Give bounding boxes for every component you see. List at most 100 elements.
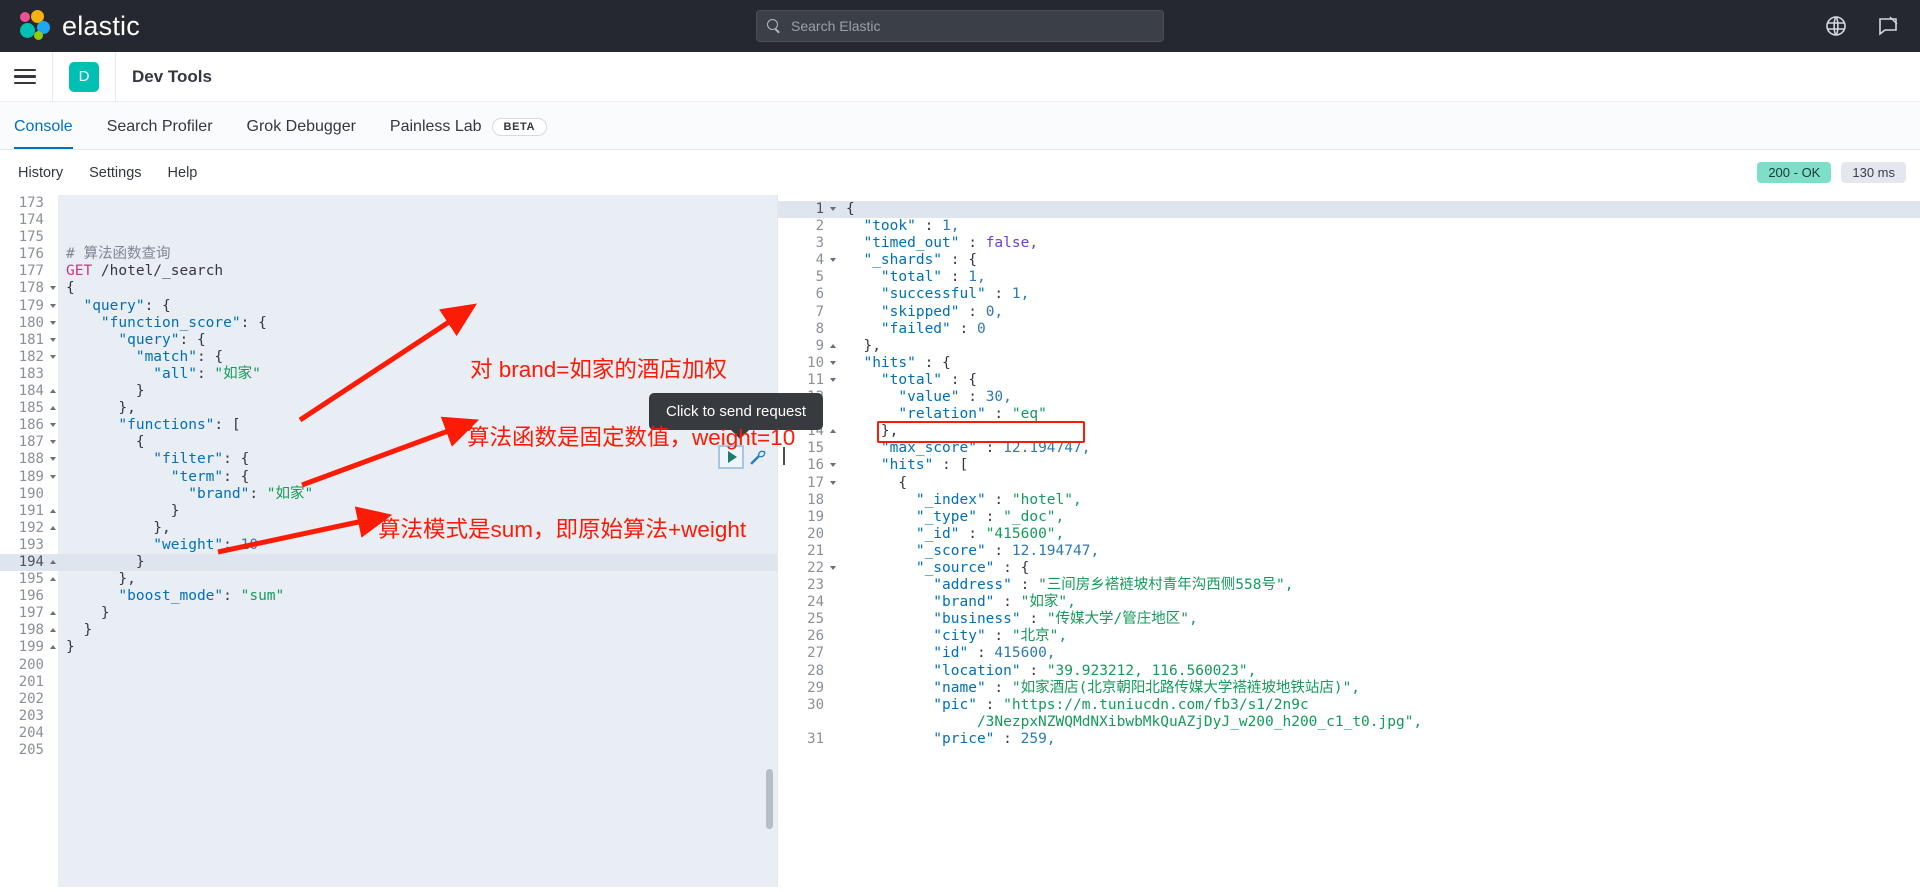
code-line: "hits" : { xyxy=(846,354,951,371)
chevron-up-icon[interactable] xyxy=(830,343,836,348)
help-circle-icon[interactable] xyxy=(1824,14,1848,38)
chevron-down-icon[interactable] xyxy=(50,303,56,308)
line-number: 19 xyxy=(807,508,824,525)
code-line: "hits" : [ xyxy=(846,457,969,474)
settings-button[interactable]: Settings xyxy=(89,165,141,181)
line-number: 202 xyxy=(18,690,44,707)
search-input[interactable] xyxy=(791,18,1153,34)
code-line: "filter": { xyxy=(66,451,250,468)
code-line: "skipped" : 0, xyxy=(846,303,1004,320)
history-button[interactable]: History xyxy=(18,165,63,181)
code-line: "all": "如家" xyxy=(66,365,261,382)
chevron-down-icon[interactable] xyxy=(50,337,56,342)
chevron-down-icon[interactable] xyxy=(830,377,836,382)
line-number: 10 xyxy=(778,355,838,372)
tab-search-profiler[interactable]: Search Profiler xyxy=(107,118,213,149)
chevron-up-icon[interactable] xyxy=(50,389,56,394)
response-status: 200 - OK 130 ms xyxy=(1757,162,1906,183)
line-number: 20 xyxy=(807,525,824,542)
chevron-up-icon[interactable] xyxy=(50,577,56,582)
beta-badge: BETA xyxy=(491,118,548,136)
line-number: 5 xyxy=(815,269,824,286)
line-number: 15 xyxy=(807,440,824,457)
chevron-down-icon[interactable] xyxy=(50,474,56,479)
code-line: "term": { xyxy=(66,468,250,485)
wrench-icon[interactable] xyxy=(748,448,767,467)
line-number: 181 xyxy=(0,332,58,349)
line-number: 27 xyxy=(807,645,824,662)
line-number: 17 xyxy=(778,475,838,492)
chevron-up-icon[interactable] xyxy=(50,628,56,633)
chevron-up-icon[interactable] xyxy=(50,508,56,513)
breadcrumb-bar: D Dev Tools xyxy=(0,51,1920,102)
console-panes: 173 174 175 176 177 178 179 180 181 182 183 184 185 1… xyxy=(0,195,1920,887)
chevron-up-icon[interactable] xyxy=(50,406,56,411)
chevron-down-icon[interactable] xyxy=(50,286,56,291)
chevron-up-icon[interactable] xyxy=(50,525,56,530)
code-line: "_id" : "415600", xyxy=(846,525,1065,542)
line-number: 198 xyxy=(0,622,58,639)
elastic-brand[interactable]: elastic xyxy=(18,10,140,42)
chevron-down-icon[interactable] xyxy=(830,258,836,263)
chevron-up-icon[interactable] xyxy=(50,559,56,564)
line-number: 195 xyxy=(0,571,58,588)
chevron-down-icon[interactable] xyxy=(50,423,56,428)
chevron-down-icon[interactable] xyxy=(50,440,56,445)
code-line: "function_score": { xyxy=(66,314,267,331)
search-icon xyxy=(767,18,782,34)
chevron-down-icon[interactable] xyxy=(830,480,836,485)
play-triangle-icon[interactable] xyxy=(718,445,744,469)
line-number: 204 xyxy=(18,724,44,741)
tab-label: Search Profiler xyxy=(106,118,213,135)
line-number: 187 xyxy=(0,434,58,451)
line-number: 2 xyxy=(815,218,824,235)
tab-painless-lab[interactable]: Painless Lab BETA xyxy=(390,118,548,149)
code-line: "_shards" : { xyxy=(846,252,977,269)
code-line: "took" : 1, xyxy=(846,218,960,235)
code-line: "id" : 415600, xyxy=(846,645,1056,662)
request-code[interactable]: # 算法函数查询 GET /hotel/_search{ "query": { "… xyxy=(58,195,777,887)
help-button[interactable]: Help xyxy=(168,165,198,181)
chevron-down-icon[interactable] xyxy=(50,457,56,462)
line-number: 196 xyxy=(18,588,44,605)
line-number: 184 xyxy=(0,383,58,400)
tab-grok-debugger[interactable]: Grok Debugger xyxy=(247,118,356,149)
code-line: "_index" : "hotel", xyxy=(846,491,1082,508)
code-line: "total" : { xyxy=(846,371,977,388)
chevron-up-icon[interactable] xyxy=(50,645,56,650)
line-number: 28 xyxy=(807,662,824,679)
divider xyxy=(115,51,116,102)
line-number: 11 xyxy=(778,372,838,389)
line-number: 193 xyxy=(18,536,44,553)
send-request-controls[interactable] xyxy=(718,445,767,469)
code-line: "successful" : 1, xyxy=(846,286,1030,303)
line-number: 9 xyxy=(778,338,838,355)
code-line: "address" : "三间房乡褡裢坡村青年沟西侧558号", xyxy=(846,577,1294,594)
line-number: 30 xyxy=(807,696,824,713)
request-scrollbar[interactable] xyxy=(766,769,773,829)
chevron-up-icon[interactable] xyxy=(50,611,56,616)
global-search[interactable] xyxy=(756,10,1164,42)
request-editor[interactable]: 173 174 175 176 177 178 179 180 181 182 183 184 185 1… xyxy=(0,195,778,887)
code-line: "weight": 10 xyxy=(66,536,259,553)
chevron-down-icon[interactable] xyxy=(830,463,836,468)
code-line: { xyxy=(66,434,145,451)
code-line: "city" : "北京", xyxy=(846,628,1068,645)
chevron-up-icon[interactable] xyxy=(830,429,836,434)
code-line: { xyxy=(66,280,75,297)
line-number: 205 xyxy=(18,742,44,758)
chevron-down-icon[interactable] xyxy=(50,320,56,325)
line-number: 23 xyxy=(807,577,824,594)
line-number: 185 xyxy=(0,400,58,417)
chevron-down-icon[interactable] xyxy=(50,354,56,359)
elastic-logo-icon xyxy=(18,10,52,42)
hamburger-menu-icon[interactable] xyxy=(14,65,36,88)
chevron-down-icon[interactable] xyxy=(830,360,836,365)
chevron-down-icon[interactable] xyxy=(830,207,836,211)
feedback-icon[interactable] xyxy=(1876,14,1900,38)
space-avatar[interactable]: D xyxy=(69,61,99,92)
chevron-down-icon[interactable] xyxy=(830,565,836,570)
line-number: 201 xyxy=(18,673,44,690)
response-editor[interactable]: 1234567891011121314151617181920212223242… xyxy=(778,195,1920,887)
tab-console[interactable]: Console xyxy=(14,118,73,149)
